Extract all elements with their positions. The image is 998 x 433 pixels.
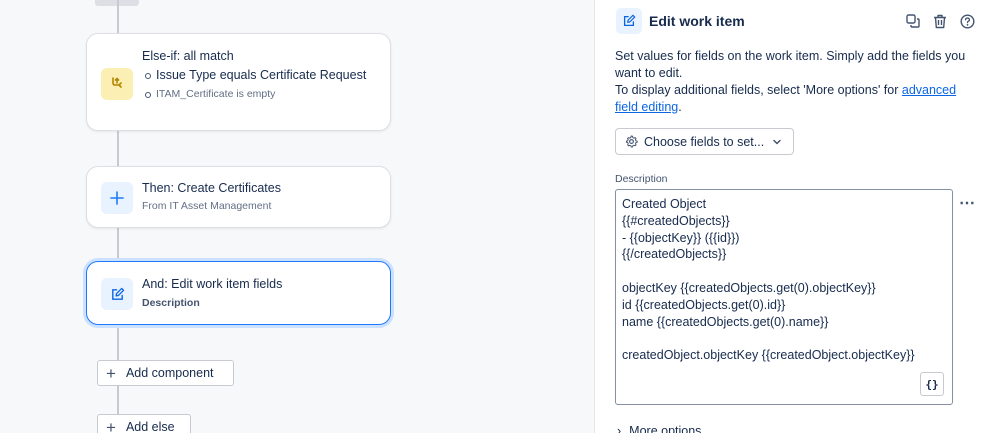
plus-icon: + xyxy=(106,363,116,383)
editor-line: {{/createdObjects}} xyxy=(622,247,727,262)
edit-work-item-action-card[interactable]: And: Edit work item fields Description xyxy=(86,261,391,325)
description-line: To display additional fields, select 'Mo… xyxy=(615,82,980,116)
add-else-label: Add else xyxy=(125,420,175,433)
card-title: Else-if: all match xyxy=(142,49,234,63)
else-if-condition-card[interactable]: Else-if: all match Issue Type equals Cer… xyxy=(86,33,391,131)
help-icon[interactable] xyxy=(958,12,976,30)
editor-line: objectKey {{createdObjects.get(0).object… xyxy=(622,280,876,295)
trash-icon[interactable] xyxy=(931,12,949,30)
card-subtitle: Description xyxy=(142,297,200,309)
rule-canvas: Else-if: all match Issue Type equals Cer… xyxy=(0,0,594,433)
edit-icon xyxy=(616,8,642,34)
more-options-label: More options xyxy=(629,424,702,433)
copy-icon[interactable] xyxy=(904,12,922,30)
description-field-label: Description xyxy=(615,173,668,185)
connector-line xyxy=(117,228,119,261)
plus-icon: + xyxy=(106,417,116,433)
choose-fields-label: Choose fields to set... xyxy=(644,134,765,149)
editor-line: - {{objectKey}} ({{id}}) xyxy=(622,230,740,245)
editor-line: id {{createdObjects.get(0).id}} xyxy=(622,297,786,312)
description-text: To display additional fields, select 'Mo… xyxy=(615,83,902,97)
gear-icon xyxy=(625,135,638,148)
card-title: Then: Create Certificates xyxy=(142,181,281,195)
create-certificates-action-card[interactable]: Then: Create Certificates From IT Asset … xyxy=(86,166,391,228)
editor-line: {{#createdObjects}} xyxy=(622,213,730,228)
chevron-down-icon xyxy=(773,139,781,144)
condition-item: Issue Type equals Certificate Request xyxy=(142,67,372,84)
description-line: Set values for fields on the work item. … xyxy=(615,49,966,80)
panel-title: Edit work item xyxy=(649,13,745,29)
editor-line: name {{createdObjects.get(0).name}} xyxy=(622,314,829,329)
branch-icon xyxy=(101,68,133,100)
panel-description: Set values for fields on the work item. … xyxy=(615,48,980,116)
plus-icon xyxy=(101,182,133,214)
choose-fields-dropdown[interactable]: Choose fields to set... xyxy=(615,128,794,155)
description-editor[interactable]: Created Object {{#createdObjects}} - {{o… xyxy=(615,189,953,405)
add-component-button[interactable]: + Add component xyxy=(97,360,234,386)
description-text: . xyxy=(678,100,682,114)
more-options-toggle[interactable]: › More options xyxy=(617,424,701,433)
add-else-button[interactable]: + Add else xyxy=(97,414,191,433)
card-title: And: Edit work item fields xyxy=(142,277,283,291)
card-subtitle: From IT Asset Management xyxy=(142,200,272,212)
smart-values-braces-button[interactable]: {} xyxy=(920,372,944,396)
connector-line xyxy=(117,131,119,166)
editor-line: createdObject.objectKey {{createdObject.… xyxy=(622,348,915,363)
component-config-panel: Edit work item Set values for fields on … xyxy=(594,0,998,433)
chevron-right-icon: › xyxy=(617,424,622,433)
connector-line xyxy=(117,0,119,33)
condition-item: ITAM_Certificate is empty xyxy=(142,88,372,101)
editor-line: Created Object xyxy=(622,197,707,211)
edit-icon xyxy=(101,278,133,310)
add-component-label: Add component xyxy=(125,366,214,380)
more-actions-icon[interactable]: ⋯ xyxy=(959,193,976,213)
condition-list: Issue Type equals Certificate Request IT… xyxy=(142,67,372,101)
